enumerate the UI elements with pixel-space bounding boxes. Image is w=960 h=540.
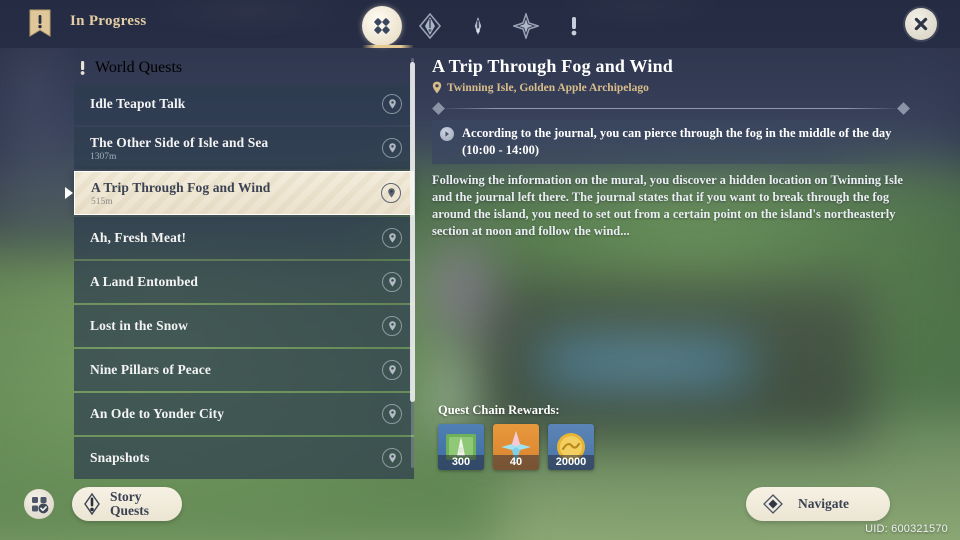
quest-item-name: A Trip Through Fog and Wind xyxy=(91,179,271,195)
quest-list-item[interactable]: Idle Teapot Talk xyxy=(74,83,414,125)
quest-journal-screen: In Progress World Quests Idle Teapot Tal… xyxy=(0,0,960,540)
reward-count: 20000 xyxy=(548,455,594,470)
exclamation-icon xyxy=(80,61,85,75)
uid-label: UID: 600321570 xyxy=(865,523,948,535)
quest-items-container: Idle Teapot Talk The Other Side of Isle a… xyxy=(65,83,414,479)
map-pin-icon xyxy=(432,81,442,94)
quest-group-header: World Quests xyxy=(74,56,414,80)
tab-world-quests[interactable] xyxy=(506,6,546,46)
map-pin-icon[interactable] xyxy=(382,360,402,380)
divider-diamond-left xyxy=(432,102,445,115)
top-bar: In Progress xyxy=(0,0,960,48)
tab-event-quests[interactable] xyxy=(554,6,594,46)
quest-archive-button[interactable] xyxy=(24,489,54,519)
quest-item-name: Ah, Fresh Meat! xyxy=(90,230,187,245)
quest-group-label: World Quests xyxy=(95,59,183,76)
quest-objective-text: According to the journal, you can pierce… xyxy=(462,126,892,157)
quest-item-name: Snapshots xyxy=(90,450,150,465)
quest-type-tabs xyxy=(358,4,578,48)
story-quests-label-line1: Story xyxy=(110,488,142,504)
navigate-label: Navigate xyxy=(798,495,849,511)
reward-count: 40 xyxy=(493,455,539,470)
tab-all-quests[interactable] xyxy=(362,6,402,46)
close-icon xyxy=(914,17,928,31)
reward-count: 300 xyxy=(438,455,484,470)
quest-list-item[interactable]: Nine Pillars of Peace xyxy=(74,349,414,391)
divider-diamond-right xyxy=(897,102,910,115)
quest-list-item[interactable]: Ah, Fresh Meat! xyxy=(74,217,414,259)
quest-banner-icon xyxy=(26,8,54,40)
quest-list-panel: World Quests Idle Teapot Talk The Other S… xyxy=(65,56,414,479)
quest-list-item[interactable]: A Land Entombed xyxy=(74,261,414,303)
quest-list-item[interactable]: An Ode to Yonder City xyxy=(74,393,414,435)
quest-list-scrollbar-thumb[interactable] xyxy=(410,62,415,402)
quest-item-name: The Other Side of Isle and Sea xyxy=(90,134,269,150)
tab-story-quests[interactable] xyxy=(458,6,498,46)
map-pin-icon[interactable] xyxy=(382,272,402,292)
quest-description: Following the information on the mural, … xyxy=(432,172,903,238)
quest-rewards-label: Quest Chain Rewards: xyxy=(438,403,560,417)
quest-item-name: Idle Teapot Talk xyxy=(90,96,186,111)
adventure-exp-reward[interactable]: 300 xyxy=(438,424,484,470)
map-pin-icon[interactable] xyxy=(382,404,402,424)
four-point-star-icon xyxy=(513,13,539,39)
selection-pointer xyxy=(65,187,73,199)
detail-divider xyxy=(432,102,910,115)
quest-rewards-section: Quest Chain Rewards: 300 40 20000 xyxy=(438,403,738,470)
quest-item-name: An Ode to Yonder City xyxy=(90,406,225,421)
close-button[interactable] xyxy=(905,8,937,40)
tab-active-underline xyxy=(362,45,414,48)
four-diamonds-icon xyxy=(374,18,390,34)
quest-objective: According to the journal, you can pierce… xyxy=(432,120,910,164)
map-pin-icon[interactable] xyxy=(382,448,402,468)
story-quests-label: Story Quests xyxy=(110,488,150,518)
page-title: In Progress xyxy=(70,13,147,29)
quest-detail-title: A Trip Through Fog and Wind xyxy=(432,56,674,76)
quest-archive-icon xyxy=(31,496,48,513)
quest-item-distance: 1307m xyxy=(90,151,117,162)
story-quests-label-line2: Quests xyxy=(110,503,150,518)
quest-detail-panel: A Trip Through Fog and Wind Twinning Isl… xyxy=(432,56,910,470)
quest-location: Twinning Isle, Golden Apple Archipelago xyxy=(432,81,910,94)
diamond-icon xyxy=(763,494,783,514)
quest-list-item[interactable]: Lost in the Snow xyxy=(74,305,414,347)
mora-reward[interactable]: 20000 xyxy=(548,424,594,470)
quest-item-name: A Land Entombed xyxy=(90,274,199,289)
quest-item-name: Lost in the Snow xyxy=(90,318,188,333)
exclamation-icon xyxy=(571,17,577,36)
quest-list-item[interactable]: Snapshots xyxy=(74,437,414,479)
tab-archon-quests[interactable] xyxy=(410,6,450,46)
quest-item-name: Nine Pillars of Peace xyxy=(90,362,211,377)
exclamation-mark-icon xyxy=(474,17,482,35)
story-quests-button[interactable]: Story Quests xyxy=(72,487,182,521)
quest-list-item-selected[interactable]: A Trip Through Fog and Wind 515m xyxy=(65,171,414,215)
map-pin-icon[interactable] xyxy=(381,183,401,203)
navigate-button[interactable]: Navigate xyxy=(746,487,890,521)
arrow-right-circle-icon xyxy=(440,127,454,141)
quest-list-item[interactable]: The Other Side of Isle and Sea 1307m xyxy=(74,127,414,169)
archon-quest-diamond-icon xyxy=(418,13,442,39)
quest-location-label: Twinning Isle, Golden Apple Archipelago xyxy=(447,81,649,94)
map-pin-icon[interactable] xyxy=(382,94,402,114)
divider-line xyxy=(440,108,902,109)
map-pin-icon[interactable] xyxy=(382,316,402,336)
quest-rewards-list: 300 40 20000 xyxy=(438,424,738,470)
left-ornament xyxy=(0,48,76,468)
exclamation-diamond-icon xyxy=(84,492,100,516)
quest-item-distance: 515m xyxy=(91,196,113,207)
map-pin-icon[interactable] xyxy=(382,228,402,248)
primogem-reward[interactable]: 40 xyxy=(493,424,539,470)
map-pin-icon[interactable] xyxy=(382,138,402,158)
